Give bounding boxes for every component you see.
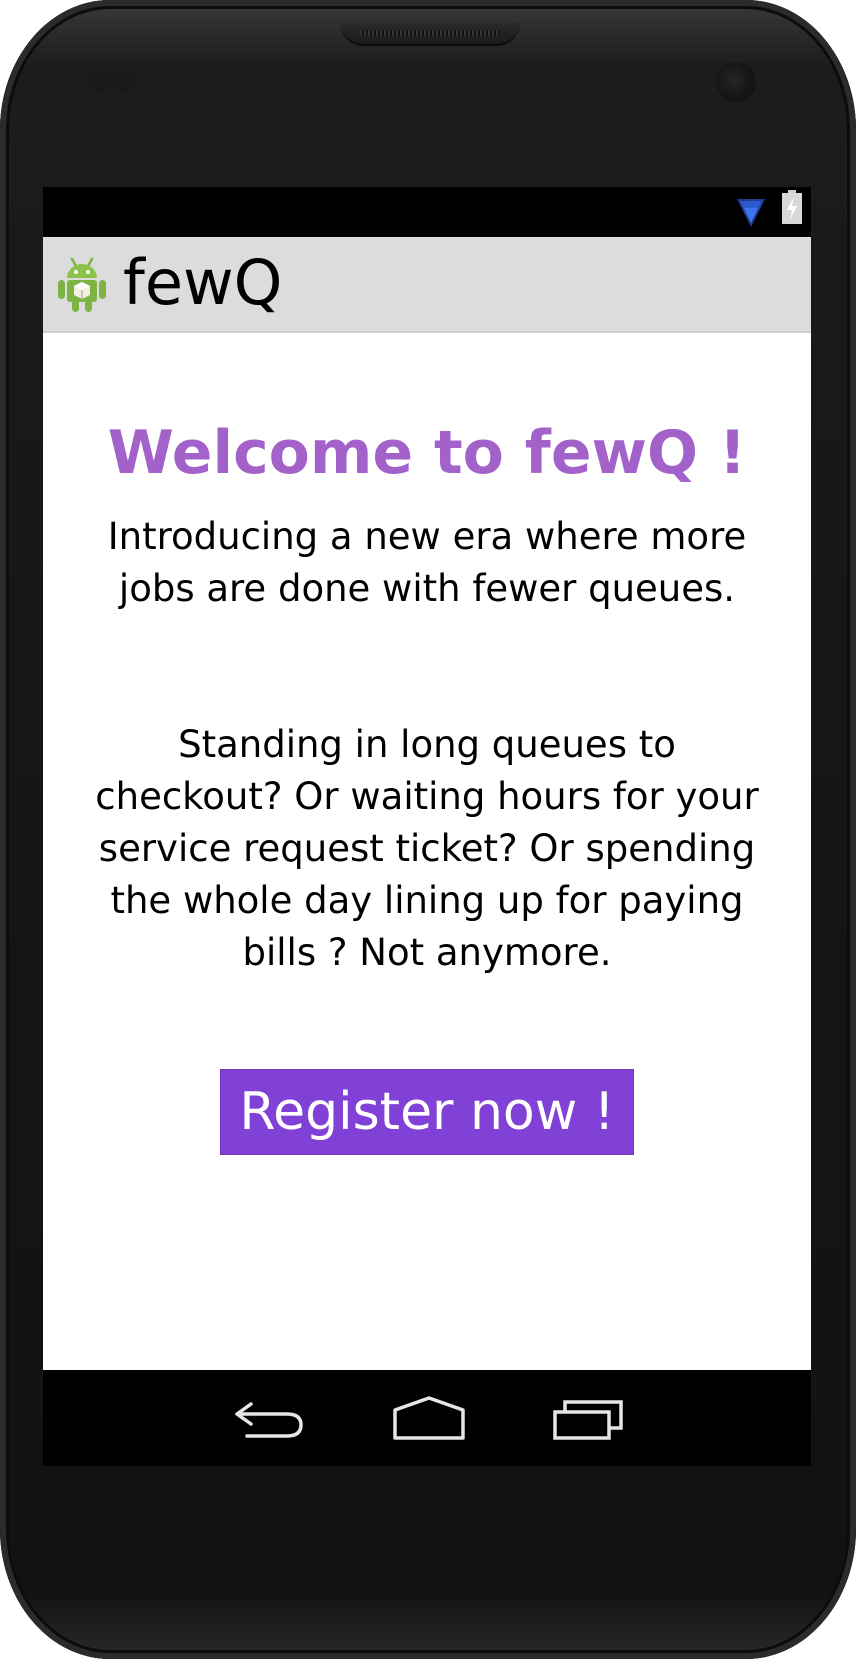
phone-frame: fewQ Welcome to fewQ ! Introducing a new… <box>0 0 856 1659</box>
android-robot-icon[interactable] <box>57 255 107 313</box>
register-button[interactable]: Register now ! <box>220 1069 634 1155</box>
status-bar <box>43 187 811 237</box>
welcome-heading: Welcome to fewQ ! <box>107 418 747 488</box>
power-button <box>850 270 856 380</box>
proximity-sensor <box>88 72 112 92</box>
wifi-signal-icon <box>737 199 765 227</box>
battery-charging-icon <box>782 190 802 224</box>
pitch-text: Standing in long queues to checkout? Or … <box>95 723 759 974</box>
home-icon[interactable] <box>389 1394 469 1442</box>
intro-text: Introducing a new era where more jobs ar… <box>107 515 747 610</box>
screen: fewQ Welcome to fewQ ! Introducing a new… <box>43 187 811 1466</box>
navigation-bar <box>43 1370 811 1466</box>
recent-apps-icon[interactable] <box>551 1394 631 1442</box>
light-sensor <box>112 72 136 92</box>
app-title: fewQ <box>123 246 283 319</box>
front-camera <box>716 62 756 102</box>
main-content: Welcome to fewQ ! Introducing a new era … <box>43 333 811 1370</box>
back-arrow-icon[interactable] <box>229 1394 309 1442</box>
earpiece-speaker <box>340 22 520 46</box>
action-bar: fewQ <box>43 237 811 333</box>
